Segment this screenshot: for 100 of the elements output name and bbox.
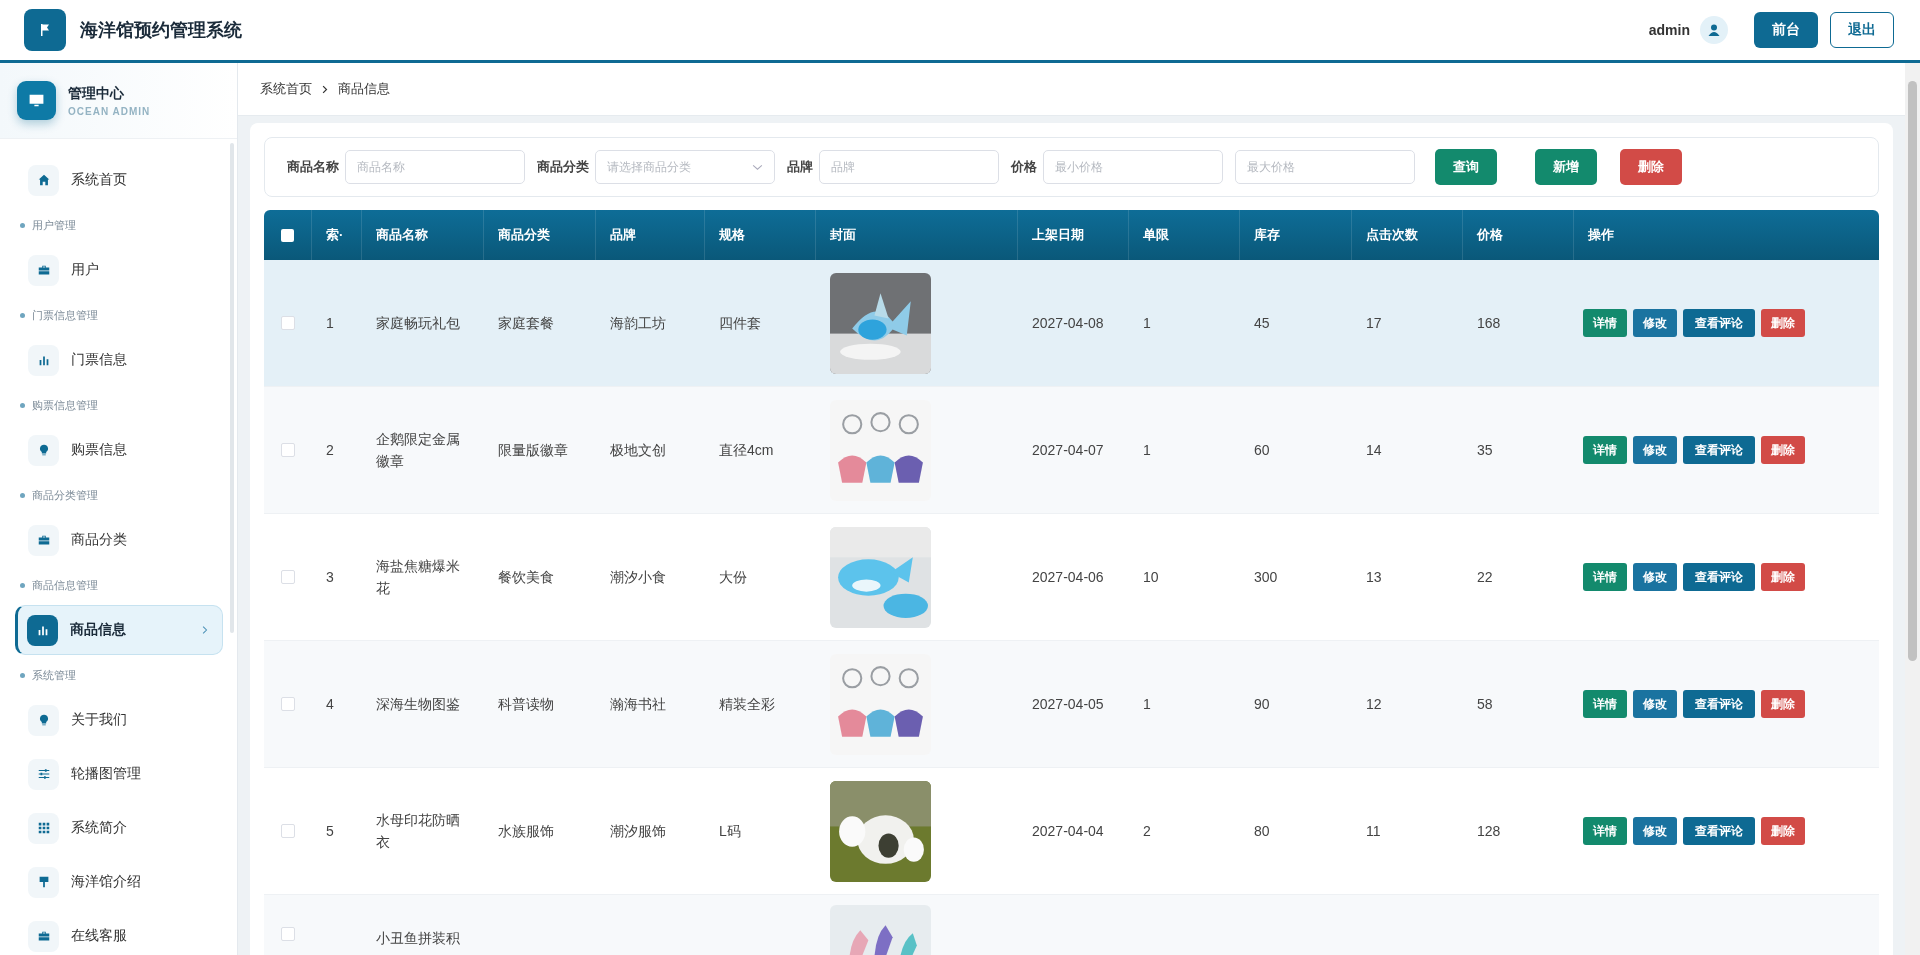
user-avatar-icon[interactable] — [1700, 16, 1728, 44]
table-cell-text: 17 — [1366, 313, 1382, 333]
bullet-icon — [20, 222, 25, 228]
view-comments-button[interactable]: 查看评论 — [1683, 817, 1755, 845]
bullet-icon — [20, 582, 25, 588]
menu-item[interactable]: 关于我们 — [15, 695, 223, 745]
edit-button[interactable]: 修改 — [1633, 817, 1677, 845]
table-cell-text: 58 — [1477, 694, 1493, 714]
menu-item[interactable]: 商品信息 — [15, 605, 223, 655]
table-cell-text: 海盐焦糖爆米花 — [376, 556, 461, 598]
frontend-button[interactable]: 前台 — [1754, 12, 1818, 48]
menu-item[interactable]: 在线客服 — [15, 911, 223, 955]
view-comments-button[interactable]: 查看评论 — [1683, 563, 1755, 591]
field-label: 商品分类 — [537, 158, 589, 176]
column-header[interactable]: 单限 — [1143, 226, 1169, 244]
table-cell-text: 35 — [1477, 440, 1493, 460]
details-button[interactable]: 详情 — [1583, 436, 1627, 464]
edit-button[interactable]: 修改 — [1633, 436, 1677, 464]
table-row[interactable]: 4 深海生物图鉴 科普读物 瀚海书社 精装全彩 2027-04-05 1 90 12 58 详情 修改 查看评论 删除 — [264, 641, 1879, 768]
table-cell-text: 极地文创 — [610, 440, 666, 460]
delete-button[interactable]: 删除 — [1761, 563, 1805, 591]
bullet-icon — [20, 312, 25, 318]
column-header[interactable]: 库存 — [1254, 226, 1280, 244]
delete-button[interactable]: 删除 — [1761, 690, 1805, 718]
table-cell-text: 家庭畅玩礼包 — [376, 313, 460, 333]
details-button[interactable]: 详情 — [1583, 563, 1627, 591]
input-field[interactable]: 商品名称 — [345, 150, 525, 184]
column-header[interactable]: 商品分类 — [498, 226, 550, 244]
table-cell-text: 家庭套餐 — [498, 313, 554, 333]
field-label: 品牌 — [787, 158, 813, 176]
delete-button[interactable]: 删除 — [1620, 149, 1682, 185]
table-row[interactable]: 小丑鱼拼装积 — [264, 895, 1879, 955]
column-header[interactable]: 操作 — [1588, 226, 1614, 244]
row-checkbox[interactable] — [281, 316, 295, 330]
column-header[interactable]: 封面 — [830, 226, 856, 244]
breadcrumb-link[interactable]: 系统首页 — [260, 80, 312, 98]
chevron-icon — [322, 84, 328, 94]
table-row[interactable]: 1 家庭畅玩礼包 家庭套餐 海韵工坊 四件套 2027-04-08 1 45 17 168 详情 修改 查看评论 删除 — [264, 260, 1879, 387]
edit-button[interactable]: 修改 — [1633, 690, 1677, 718]
details-button[interactable]: 详情 — [1583, 817, 1627, 845]
scrollbar[interactable] — [1905, 63, 1920, 955]
caret-icon — [752, 163, 763, 171]
input-field[interactable]: 最小价格 — [1043, 150, 1223, 184]
logout-button[interactable]: 退出 — [1830, 12, 1894, 48]
column-header[interactable]: 商品名称 — [376, 226, 428, 244]
menu-item[interactable]: 用户 — [15, 245, 223, 295]
table-row[interactable]: 2 企鹅限定金属徽章 限量版徽章 极地文创 直径4cm 2027-04-07 1 60 14 35 详情 修改 查看评论 删除 — [264, 387, 1879, 514]
table-cell-text: 1 — [1143, 440, 1151, 460]
view-comments-button[interactable]: 查看评论 — [1683, 690, 1755, 718]
table-cell-text: 2027-04-07 — [1032, 440, 1104, 460]
menu-item[interactable]: 海洋馆介绍 — [15, 857, 223, 907]
row-checkbox[interactable] — [281, 824, 295, 838]
menu-group-label: 用户管理 — [32, 217, 76, 233]
details-button[interactable]: 详情 — [1583, 309, 1627, 337]
view-comments-button[interactable]: 查看评论 — [1683, 309, 1755, 337]
column-header[interactable]: 索· — [326, 226, 344, 244]
sliders-icon — [36, 767, 51, 781]
delete-button[interactable]: 删除 — [1761, 817, 1805, 845]
column-header[interactable]: 价格 — [1477, 226, 1503, 244]
delete-button[interactable]: 删除 — [1761, 436, 1805, 464]
column-header[interactable]: 点击次数 — [1366, 226, 1418, 244]
column-header[interactable]: 品牌 — [610, 226, 636, 244]
input-field[interactable]: 品牌 — [819, 150, 999, 184]
menu-item[interactable]: 商品分类 — [15, 515, 223, 565]
details-button[interactable]: 详情 — [1583, 690, 1627, 718]
column-header[interactable]: 规格 — [719, 226, 745, 244]
row-checkbox[interactable] — [281, 697, 295, 711]
menu-item[interactable]: 轮播图管理 — [15, 749, 223, 799]
menu-group-label: 购票信息管理 — [32, 397, 98, 413]
bullet-icon — [20, 492, 25, 498]
table-cell-text: 12 — [1366, 694, 1382, 714]
flag-icon — [24, 9, 66, 51]
briefcase-icon — [36, 263, 51, 277]
table-cell-text: 2027-04-04 — [1032, 821, 1104, 841]
row-checkbox[interactable] — [281, 927, 295, 941]
table-cell-text: 精装全彩 — [719, 694, 775, 714]
table-cell-text: 海韵工坊 — [610, 313, 666, 333]
briefcase-icon — [36, 929, 51, 943]
view-comments-button[interactable]: 查看评论 — [1683, 436, 1755, 464]
menu-item[interactable]: 系统首页 — [15, 155, 223, 205]
breadcrumb-link[interactable]: 商品信息 — [338, 80, 390, 98]
column-header[interactable]: 上架日期 — [1032, 226, 1084, 244]
edit-button[interactable]: 修改 — [1633, 563, 1677, 591]
row-checkbox[interactable] — [281, 570, 295, 584]
table-cell-text: 11 — [1366, 821, 1381, 841]
row-checkbox[interactable] — [281, 443, 295, 457]
delete-button[interactable]: 删除 — [1761, 309, 1805, 337]
chevron-icon — [202, 625, 208, 635]
edit-button[interactable]: 修改 — [1633, 309, 1677, 337]
select-all-checkbox[interactable] — [281, 228, 294, 242]
field-label: 商品名称 — [287, 158, 339, 176]
table-cell-text: 14 — [1366, 440, 1382, 460]
menu-item[interactable]: 门票信息 — [15, 335, 223, 385]
search-button[interactable]: 查询 — [1435, 149, 1497, 185]
menu-item[interactable]: 购票信息 — [15, 425, 223, 475]
add-button[interactable]: 新增 — [1535, 149, 1597, 185]
menu-item[interactable]: 系统简介 — [15, 803, 223, 853]
input-field[interactable]: 最大价格 — [1235, 150, 1415, 184]
menu-group-label: 商品信息管理 — [32, 577, 98, 593]
table-cell-text: 四件套 — [719, 313, 761, 333]
